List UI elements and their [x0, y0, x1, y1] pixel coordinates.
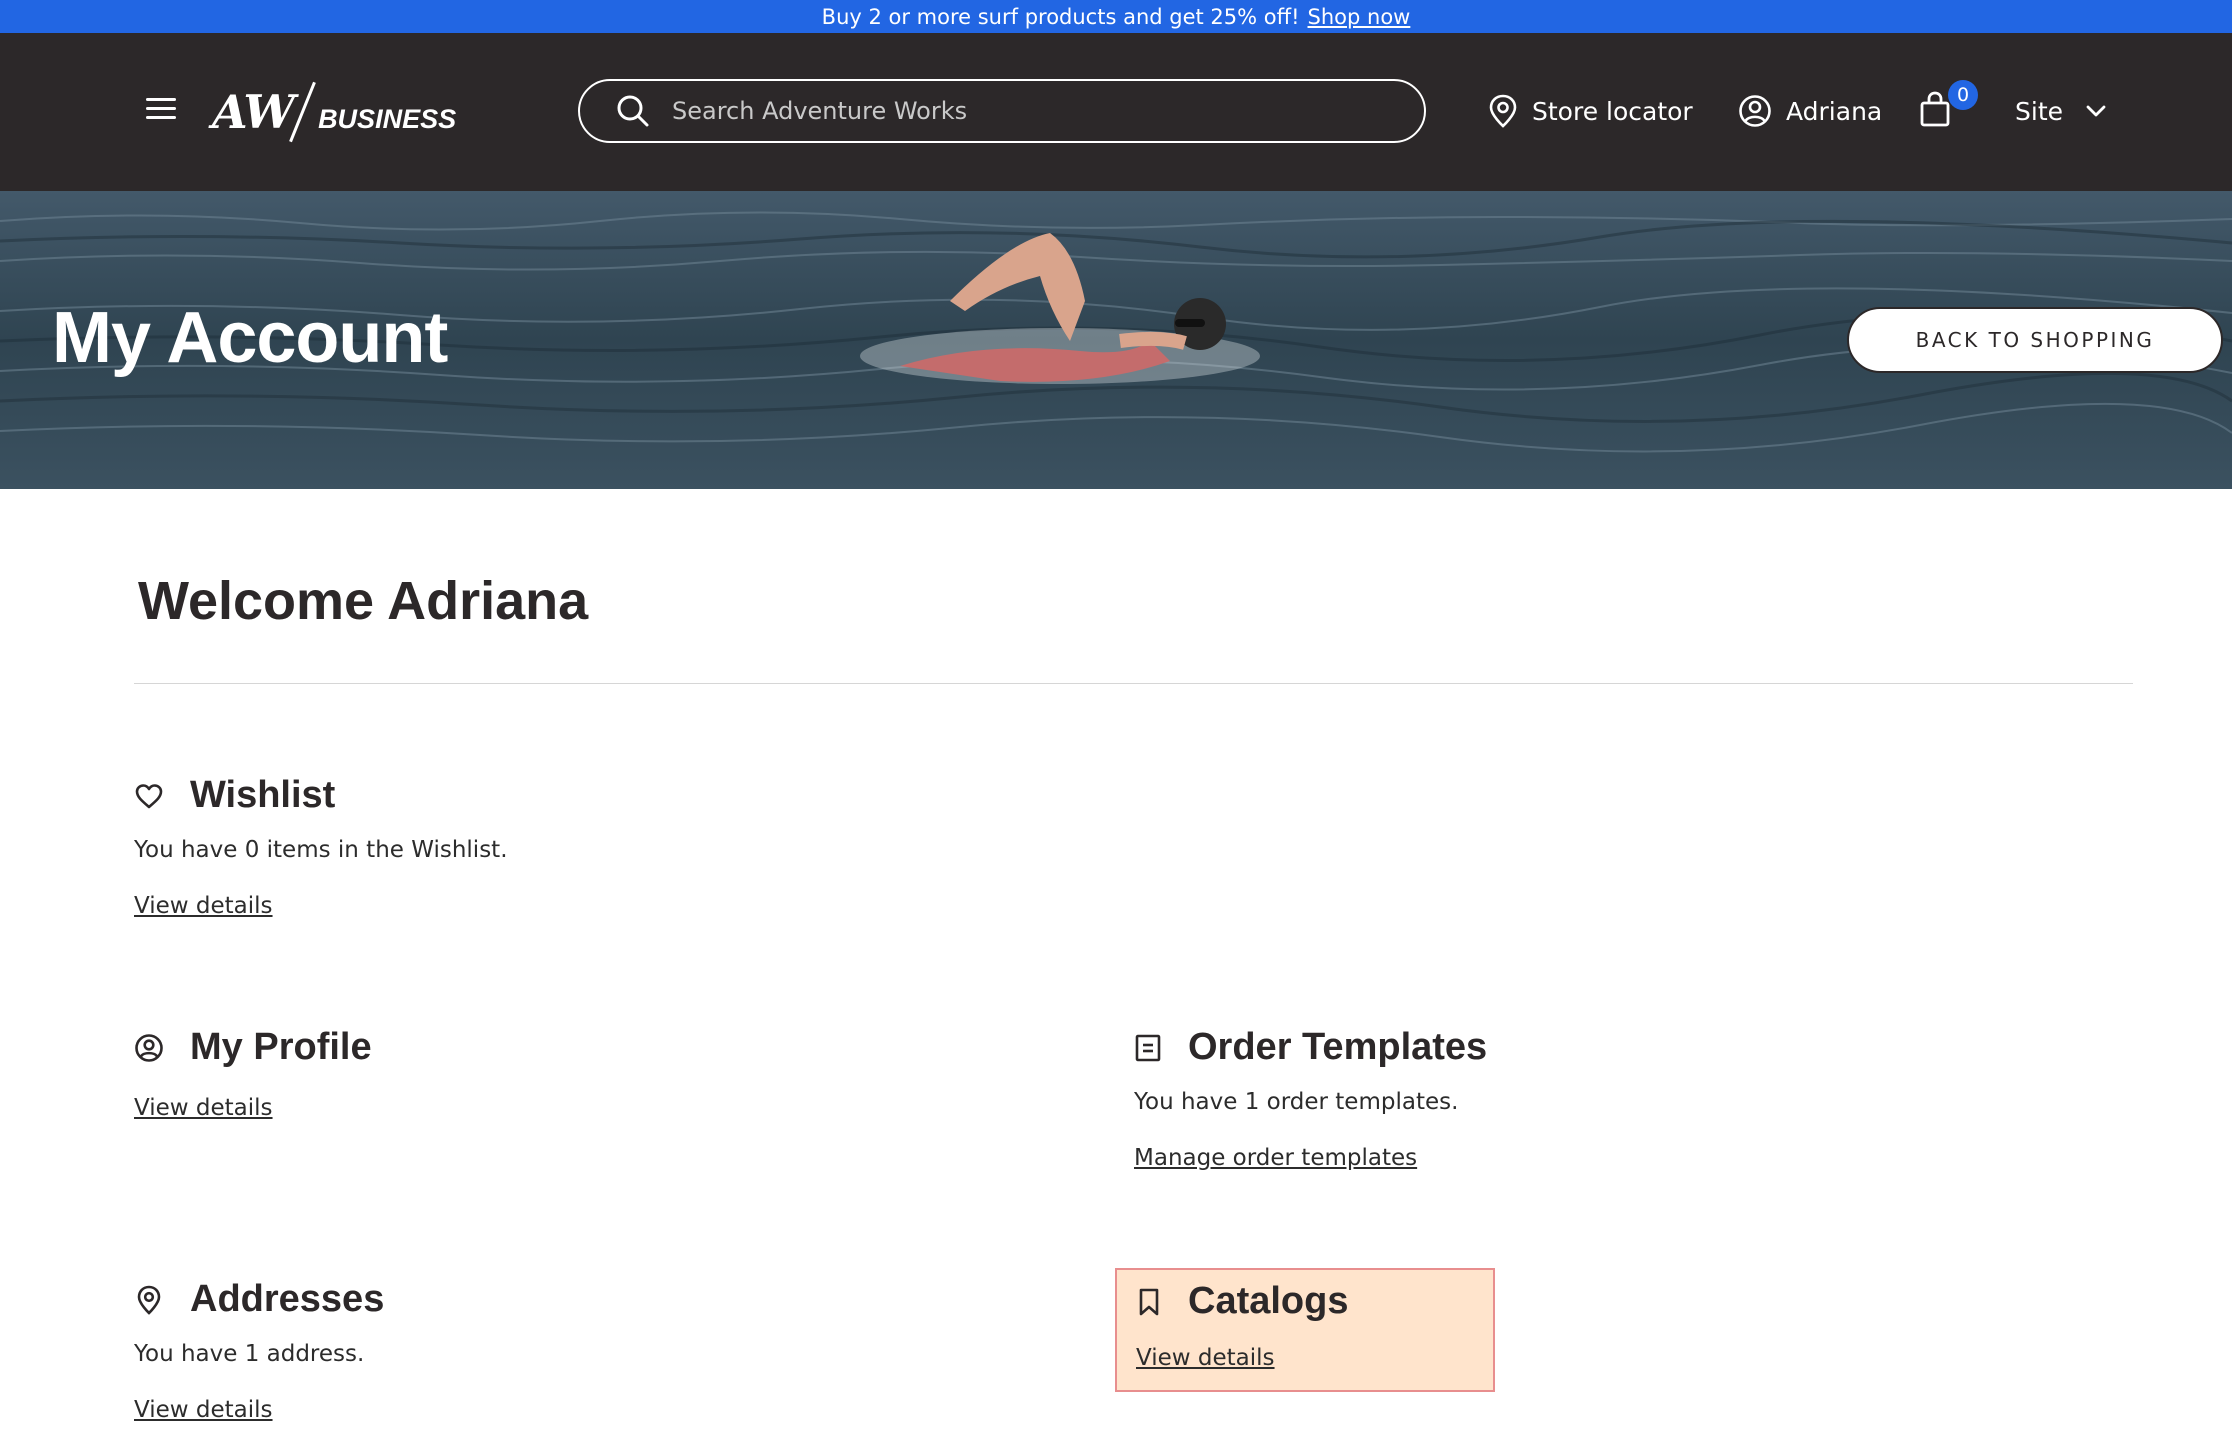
- wishlist-title: Wishlist: [190, 774, 336, 816]
- addresses-card: Addresses You have 1 address. View detai…: [134, 1278, 384, 1423]
- site-logo[interactable]: AW BUSINESS: [212, 77, 456, 147]
- menu-icon[interactable]: [146, 96, 178, 122]
- catalogs-view-details-link[interactable]: View details: [1136, 1345, 1275, 1371]
- site-label: Site: [2015, 96, 2063, 126]
- catalogs-card[interactable]: Catalogs View details: [1115, 1268, 1495, 1392]
- user-circle-icon: [135, 1033, 163, 1062]
- account-link[interactable]: Adriana: [1738, 85, 1882, 137]
- back-to-shopping-button[interactable]: BACK TO SHOPPING: [1847, 307, 2223, 373]
- wishlist-card: Wishlist You have 0 items in the Wishlis…: [134, 774, 508, 919]
- hero-banner: My Account BACK TO SHOPPING: [0, 191, 2232, 489]
- wishlist-summary: You have 0 items in the Wishlist.: [134, 837, 508, 863]
- promo-banner: Buy 2 or more surf products and get 25% …: [0, 0, 2232, 33]
- document-icon: [1135, 1034, 1161, 1061]
- user-name: Adriana: [1786, 96, 1883, 126]
- order-templates-card: Order Templates You have 1 order templat…: [1134, 1026, 1487, 1171]
- section-divider: [134, 683, 2133, 684]
- shop-now-link[interactable]: Shop now: [1308, 5, 1411, 29]
- cart-count-badge: 0: [1948, 80, 1978, 110]
- logo-primary: AW: [212, 85, 295, 139]
- profile-card: My Profile View details: [134, 1026, 372, 1121]
- heart-icon: [135, 783, 163, 808]
- shopping-bag-icon: [1920, 91, 1950, 127]
- location-pin-icon: [137, 1285, 161, 1315]
- logo-secondary: BUSINESS: [318, 103, 457, 134]
- profile-title: My Profile: [190, 1026, 372, 1068]
- profile-view-details-link[interactable]: View details: [134, 1095, 273, 1121]
- manage-order-templates-link[interactable]: Manage order templates: [1134, 1145, 1417, 1171]
- page-title: My Account: [52, 298, 448, 378]
- order-templates-summary: You have 1 order templates.: [1134, 1089, 1459, 1115]
- search-icon[interactable]: [616, 94, 650, 128]
- addresses-summary: You have 1 address.: [134, 1341, 365, 1367]
- welcome-heading: Welcome Adriana: [138, 571, 589, 631]
- addresses-title: Addresses: [190, 1278, 385, 1320]
- site-header: AW BUSINESS Store locator Adriana 0: [0, 33, 2232, 191]
- chevron-down-icon: [2086, 105, 2106, 117]
- store-locator-label: Store locator: [1532, 96, 1693, 126]
- catalogs-title: Catalogs: [1188, 1280, 1349, 1322]
- wishlist-view-details-link[interactable]: View details: [134, 893, 273, 919]
- addresses-view-details-link[interactable]: View details: [134, 1397, 273, 1423]
- order-templates-title: Order Templates: [1188, 1026, 1488, 1068]
- search-box[interactable]: [578, 79, 1426, 143]
- promo-text: Buy 2 or more surf products and get 25% …: [821, 4, 1300, 29]
- logo-divider: [289, 81, 316, 143]
- site-selector[interactable]: Site: [2015, 85, 2107, 137]
- search-input[interactable]: [672, 97, 1372, 125]
- bookmark-icon: [1139, 1288, 1159, 1315]
- user-circle-icon: [1739, 95, 1771, 127]
- store-locator-link[interactable]: Store locator: [1488, 85, 1693, 137]
- location-pin-icon: [1489, 94, 1517, 128]
